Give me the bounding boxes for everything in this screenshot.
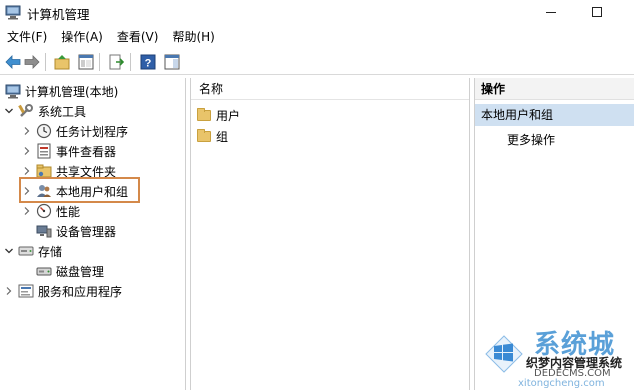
tree-item-services-apps[interactable]: 服务和应用程序 bbox=[4, 281, 122, 301]
chevron-down-icon[interactable] bbox=[4, 246, 14, 256]
column-header-name[interactable]: 名称 bbox=[191, 78, 469, 100]
results-pane: 名称 用户 组 bbox=[190, 78, 470, 390]
tree-item-device-manager[interactable]: 设备管理器 bbox=[36, 221, 116, 241]
tree-item-task-scheduler[interactable]: 任务计划程序 bbox=[22, 121, 128, 141]
tree-item-disk-management[interactable]: 磁盘管理 bbox=[36, 261, 104, 281]
tree-label: 计算机管理(本地) bbox=[25, 84, 119, 99]
chevron-right-icon[interactable] bbox=[22, 166, 32, 176]
actions-section-title[interactable]: 本地用户和组 bbox=[475, 104, 634, 126]
folder-icon bbox=[197, 107, 211, 121]
list-item-label: 用户 bbox=[216, 108, 241, 123]
clock-icon bbox=[36, 123, 52, 139]
list-item[interactable]: 用户 bbox=[197, 105, 240, 125]
tree-label: 设备管理器 bbox=[56, 224, 117, 239]
tree-label: 服务和应用程序 bbox=[38, 284, 123, 299]
chevron-right-icon[interactable] bbox=[4, 286, 14, 296]
list-item-label: 组 bbox=[216, 129, 229, 144]
maximize-icon bbox=[592, 7, 602, 17]
tree-label: 事件查看器 bbox=[56, 144, 117, 159]
tree-item-event-viewer[interactable]: 事件查看器 bbox=[22, 141, 116, 161]
maximize-button[interactable] bbox=[574, 0, 620, 24]
tree-item-root[interactable]: 计算机管理(本地) bbox=[5, 81, 118, 101]
export-list-icon[interactable] bbox=[106, 52, 126, 72]
forward-arrow-icon[interactable] bbox=[22, 52, 42, 72]
event-viewer-icon bbox=[36, 143, 52, 159]
device-manager-icon bbox=[36, 223, 52, 239]
disk-icon bbox=[36, 263, 52, 279]
up-folder-icon[interactable] bbox=[52, 52, 72, 72]
watermark: 系统城 织梦内容管理系统 DEDECMS.COM xitongcheng.com bbox=[478, 318, 634, 390]
windows-logo-icon bbox=[482, 332, 526, 374]
storage-icon bbox=[18, 243, 34, 259]
menu-help[interactable]: 帮助(H) bbox=[165, 27, 221, 47]
chevron-right-icon[interactable] bbox=[22, 146, 32, 156]
toolbar-separator bbox=[130, 53, 131, 71]
performance-icon bbox=[36, 203, 52, 219]
back-arrow-icon[interactable] bbox=[3, 52, 23, 72]
folder-icon bbox=[197, 128, 211, 142]
tree-item-performance[interactable]: 性能 bbox=[22, 201, 80, 221]
watermark-url: xitongcheng.com bbox=[518, 378, 605, 389]
window-title: 计算机管理 bbox=[27, 7, 90, 22]
computer-management-app-icon bbox=[5, 5, 21, 20]
tree-item-system-tools[interactable]: 系统工具 bbox=[4, 101, 86, 121]
services-icon bbox=[18, 283, 34, 299]
toolbar: ? bbox=[0, 49, 634, 75]
chevron-down-icon[interactable] bbox=[4, 106, 14, 116]
actions-header: 操作 bbox=[475, 78, 634, 100]
show-hide-tree-icon[interactable] bbox=[76, 52, 96, 72]
title-bar: 计算机管理 bbox=[0, 0, 634, 26]
tree-label: 存储 bbox=[38, 244, 63, 259]
computer-management-window: 计算机管理 文件(F) 操作(A) 查看(V) 帮助(H) ? 计算机管理(本地… bbox=[0, 0, 634, 390]
toolbar-separator bbox=[99, 53, 100, 71]
tree-label: 任务计划程序 bbox=[56, 124, 129, 139]
more-actions-link[interactable]: 更多操作 bbox=[507, 130, 555, 150]
action-pane-icon[interactable] bbox=[162, 52, 182, 72]
tree-label: 性能 bbox=[56, 204, 81, 219]
list-item[interactable]: 组 bbox=[197, 126, 228, 146]
toolbar-separator bbox=[45, 53, 46, 71]
highlight-box bbox=[19, 177, 140, 203]
chevron-right-icon[interactable] bbox=[22, 126, 32, 136]
menu-bar: 文件(F) 操作(A) 查看(V) 帮助(H) bbox=[0, 27, 634, 47]
tree-label: 磁盘管理 bbox=[56, 264, 105, 279]
minimize-icon bbox=[546, 11, 556, 13]
svg-text:?: ? bbox=[145, 58, 152, 70]
tree-item-storage[interactable]: 存储 bbox=[4, 241, 62, 261]
chevron-right-icon[interactable] bbox=[22, 206, 32, 216]
tree-label: 系统工具 bbox=[38, 104, 87, 119]
menu-file[interactable]: 文件(F) bbox=[0, 27, 54, 47]
menu-view[interactable]: 查看(V) bbox=[110, 27, 166, 47]
menu-action[interactable]: 操作(A) bbox=[54, 27, 110, 47]
computer-management-icon bbox=[5, 83, 21, 99]
help-icon[interactable]: ? bbox=[138, 52, 158, 72]
minimize-button[interactable] bbox=[528, 0, 574, 24]
tools-icon bbox=[18, 103, 34, 119]
